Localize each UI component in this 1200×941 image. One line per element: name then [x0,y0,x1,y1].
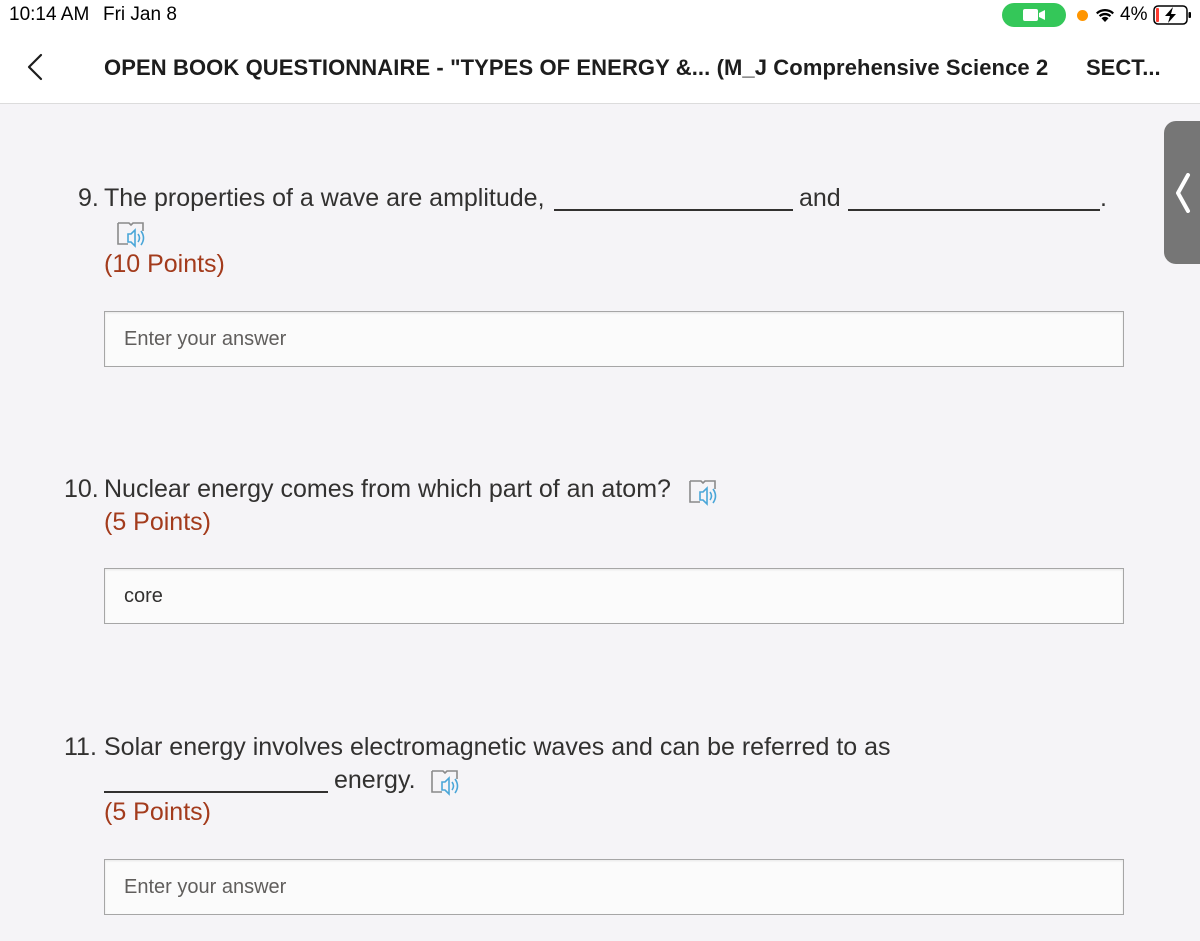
form-title: OPEN BOOK QUESTIONNAIRE - "TYPES OF ENER… [104,55,1049,80]
section-label[interactable]: SECT... [1086,55,1161,81]
chevron-left-icon [1176,173,1190,213]
status-bar: 10:14 AM Fri Jan 8 4% [0,0,1200,30]
immersive-reader-icon[interactable] [688,478,722,506]
question-text-and: and [799,184,841,212]
question-number: 9. [78,184,99,212]
question-text-energy: energy. [334,766,416,794]
question-points: (10 Points) [104,250,225,278]
answer-blank [848,209,1100,211]
question-text: The properties of a wave are amplitude, [104,184,545,212]
side-panel-tab[interactable] [1164,121,1200,264]
status-time: 10:14 AM [9,4,90,25]
answer-blank [554,209,793,211]
question-period: . [1100,184,1107,212]
answer-blank [104,791,328,793]
immersive-reader-icon[interactable] [430,768,464,796]
question-text: Nuclear energy comes from which part of … [104,475,671,503]
battery-charging-icon [1153,5,1191,25]
status-date: Fri Jan 8 [103,4,177,25]
question-points: (5 Points) [104,508,211,536]
question-number: 10. [64,475,99,503]
form-header: OPEN BOOK QUESTIONNAIRE - "TYPES OF ENER… [0,30,1200,104]
wifi-icon [1096,8,1114,22]
immersive-reader-icon[interactable] [116,220,150,248]
mic-indicator-dot [1077,10,1088,21]
answer-input-q9[interactable] [104,311,1124,367]
battery-percent: 4% [1120,4,1148,25]
question-number: 11. [64,733,97,761]
question-points: (5 Points) [104,798,211,826]
answer-input-q10[interactable] [104,568,1124,624]
question-text: Solar energy involves electromagnetic wa… [104,733,891,761]
answer-input-q11[interactable] [104,859,1124,915]
back-chevron-icon[interactable] [24,52,46,82]
video-camera-icon [1002,3,1066,27]
